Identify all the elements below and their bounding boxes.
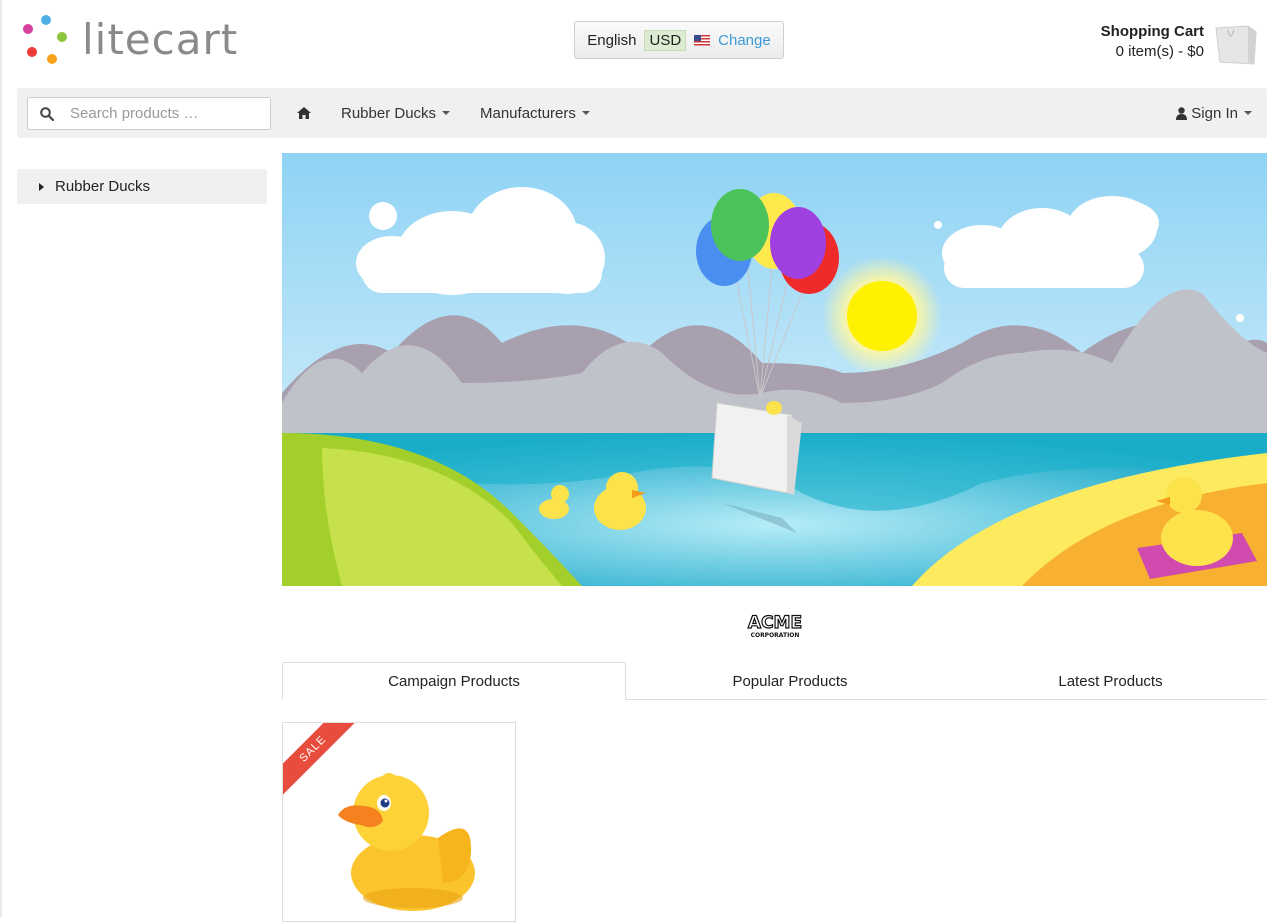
tab-latest-products-label: Latest Products: [1058, 672, 1163, 690]
search-icon: [40, 106, 54, 121]
sign-in-label: Sign In: [1191, 104, 1238, 122]
caret-right-icon: [39, 182, 44, 191]
chevron-down-icon: [1244, 111, 1252, 115]
nav-manufacturers[interactable]: Manufacturers: [480, 88, 590, 138]
product-card[interactable]: SALE: [282, 722, 516, 922]
nav-rubber-ducks-label: Rubber Ducks: [341, 104, 437, 122]
acme-logo-text: ACME: [748, 613, 802, 633]
currency-label: USD: [644, 29, 687, 51]
search-box[interactable]: [27, 97, 271, 130]
tab-popular-products[interactable]: Popular Products: [626, 662, 954, 700]
tab-latest-products[interactable]: Latest Products: [954, 662, 1267, 700]
user-icon: [1176, 106, 1188, 120]
manufacturer-logo-acme[interactable]: ACME CORPORATION: [740, 610, 810, 645]
banner-illustration: [282, 153, 1267, 586]
tab-campaign-products[interactable]: Campaign Products: [282, 662, 626, 700]
nav-rubber-ducks[interactable]: Rubber Ducks: [341, 88, 451, 138]
acme-logo: ACME CORPORATION: [747, 612, 802, 639]
page-border: [0, 0, 2, 917]
cart-title: Shopping Cart: [1100, 23, 1204, 40]
region-selector[interactable]: English USD Change: [574, 21, 784, 59]
hero-banner[interactable]: [282, 153, 1267, 586]
language-label: English: [587, 31, 637, 49]
tab-campaign-products-label: Campaign Products: [388, 672, 520, 690]
change-region-link[interactable]: Change: [718, 32, 771, 49]
shopping-cart[interactable]: Shopping Cart 0 item(s) - $0: [1101, 22, 1258, 66]
product-tabs: Campaign Products Popular Products Lates…: [282, 662, 1267, 700]
acme-logo-subtext: CORPORATION: [751, 632, 800, 639]
sidebar-category-rubber-ducks[interactable]: Rubber Ducks: [17, 169, 267, 204]
sign-in-menu[interactable]: Sign In: [1176, 88, 1252, 138]
search-input[interactable]: [68, 104, 262, 123]
logo-text: litecart: [82, 15, 239, 64]
product-image: [338, 773, 475, 911]
cart-summary: 0 item(s) - $0: [1115, 43, 1204, 60]
tab-popular-products-label: Popular Products: [732, 672, 848, 690]
nav-manufacturers-label: Manufacturers: [480, 104, 576, 122]
chevron-down-icon: [581, 111, 590, 115]
home-icon: [297, 107, 311, 119]
nav-home[interactable]: [297, 88, 311, 138]
shopping-bag-icon: [1215, 25, 1257, 65]
main-navbar: Rubber Ducks Manufacturers Sign In: [17, 88, 1267, 138]
sidebar-category-label: Rubber Ducks: [55, 178, 151, 195]
chevron-down-icon: [442, 111, 451, 115]
logo-dots-icon: [23, 15, 67, 64]
store-logo[interactable]: litecart: [20, 14, 238, 66]
us-flag-icon: [694, 34, 711, 46]
